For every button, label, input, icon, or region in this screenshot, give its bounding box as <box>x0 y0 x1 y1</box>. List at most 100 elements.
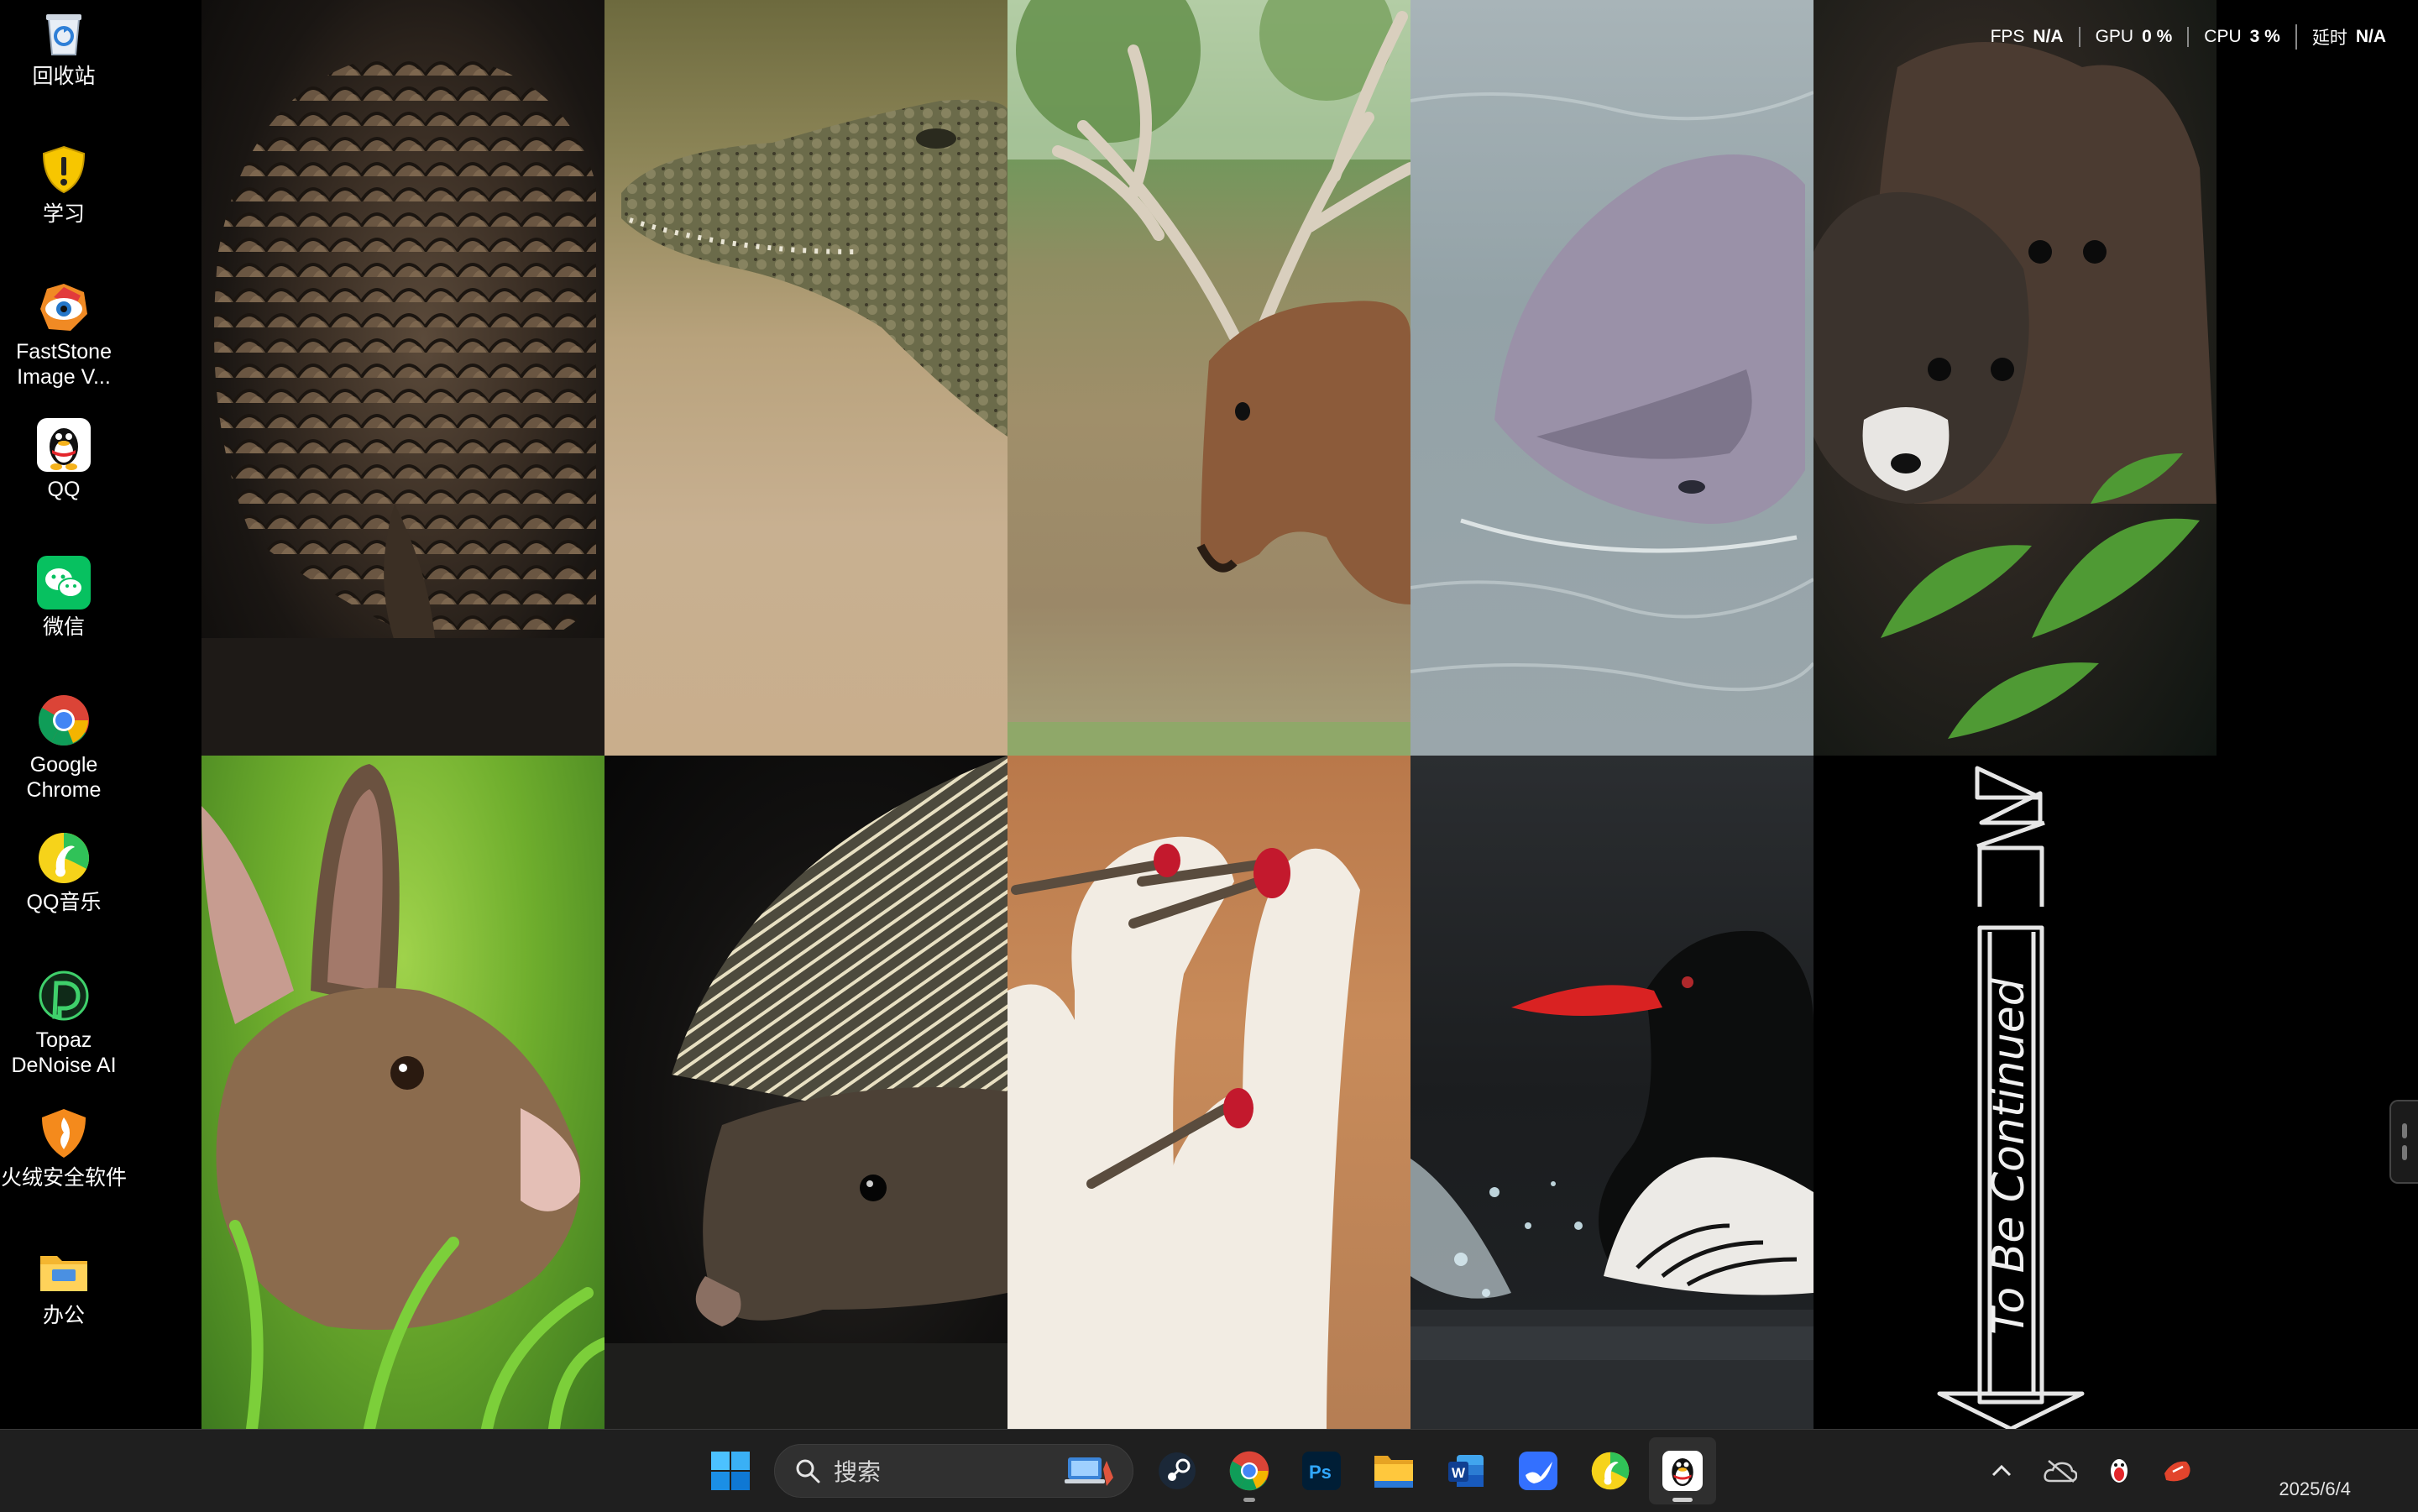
stat-key: GPU <box>2095 27 2134 46</box>
faststone-eye-icon <box>37 280 91 334</box>
file-explorer-icon <box>1374 1456 1413 1488</box>
deer-image <box>1008 0 1410 756</box>
stat-value: N/A <box>2355 27 2386 46</box>
stat-key: CPU <box>2204 27 2242 46</box>
desktop-icon-recycle-bin[interactable]: 回收站 <box>0 5 128 89</box>
desktop-icon-study[interactable]: 学习 <box>0 143 128 227</box>
handle-grip <box>2402 1145 2407 1160</box>
desktop-icon-label: FastStone Image V... <box>16 340 112 389</box>
chevron-up-icon <box>1992 1464 2012 1477</box>
taskbar-feishu[interactable] <box>1505 1437 1572 1504</box>
feishu-icon <box>1519 1452 1557 1490</box>
performance-overlay: FPS N/A GPU 0 % CPU 3 % 延时 N/A <box>1976 24 2401 50</box>
qq-music-icon <box>1591 1452 1630 1490</box>
tray-onedrive[interactable] <box>2035 1446 2086 1496</box>
desktop-icon-office-folder[interactable]: 办公 <box>0 1244 128 1328</box>
huorong-shield-icon <box>37 1107 91 1160</box>
desktop-icon-wechat[interactable]: 微信 <box>0 556 128 640</box>
civet-image <box>1814 42 2216 739</box>
to-be-continued-arrow: To Be Continued <box>1937 766 2085 1429</box>
stat-value: N/A <box>2033 27 2064 46</box>
desktop-icon-label: 微信 <box>42 615 85 639</box>
wallpaper-tile-to-be-continued: To Be Continued <box>1814 756 2216 1429</box>
caiman-image <box>621 99 1008 437</box>
photoshop-icon: Ps <box>1302 1452 1341 1490</box>
stat-key: 延时 <box>2311 29 2347 48</box>
desktop-icon-qq-music[interactable]: QQ音乐 <box>0 831 128 915</box>
qq-icon <box>1662 1451 1703 1491</box>
stat-latency: 延时 N/A <box>2295 24 2401 50</box>
taskbar-word[interactable]: W <box>1432 1437 1499 1504</box>
wallpaper: To Be Continued <box>202 0 2216 1429</box>
tray-app[interactable] <box>2153 1446 2203 1496</box>
search-placeholder: 搜索 <box>834 1459 882 1485</box>
tray-qq[interactable] <box>2094 1446 2144 1496</box>
taskbar-center: 搜索 Ps W <box>697 1430 1716 1512</box>
wallpaper-tile-cranes <box>1008 756 1410 1429</box>
desktop-icon-huorong[interactable]: 火绒安全软件 <box>0 1107 128 1190</box>
taskbar-search-box[interactable]: 搜索 <box>774 1444 1133 1498</box>
stat-cpu: CPU 3 % <box>2187 27 2295 47</box>
start-button[interactable] <box>697 1437 764 1504</box>
desktop-icon-faststone[interactable]: FastStone Image V... <box>0 280 128 390</box>
qq-tray-icon <box>2111 1459 2128 1483</box>
chrome-icon <box>37 693 91 747</box>
taskbar-steam[interactable] <box>1144 1437 1211 1504</box>
stat-value: 0 % <box>2142 27 2173 46</box>
desktop-icon-label: QQ <box>47 478 81 501</box>
cloud-offline-icon <box>2044 1460 2078 1483</box>
desktop-icon-chrome[interactable]: Google Chrome <box>0 693 128 803</box>
wechat-icon <box>37 556 91 610</box>
desktop-icon-label: Google Chrome <box>26 753 102 802</box>
desktop-icon-label: 办公 <box>42 1304 85 1327</box>
topaz-icon <box>37 969 91 1023</box>
stat-gpu: GPU 0 % <box>2078 27 2188 47</box>
svg-text:W: W <box>1452 1465 1466 1481</box>
folder-icon <box>37 1244 91 1298</box>
wallpaper-tile-hedgehog <box>604 756 1008 1429</box>
hare-image <box>202 764 604 1429</box>
steam-icon <box>1159 1452 1196 1489</box>
stat-key: FPS <box>1990 27 2025 46</box>
start-icon <box>711 1452 750 1490</box>
desktop-icon-label: 回收站 <box>32 65 96 88</box>
search-highlight-icon <box>1049 1448 1129 1494</box>
hedgehog-image <box>604 756 1008 1429</box>
stat-value: 3 % <box>2249 27 2280 46</box>
taskbar-file-explorer[interactable] <box>1360 1437 1427 1504</box>
cranes-image <box>1008 836 1360 1429</box>
handle-grip <box>2402 1123 2407 1138</box>
wallpaper-tile-pangolin <box>202 0 604 756</box>
wallpaper-tile-deer <box>1008 0 1410 756</box>
warning-shield-icon <box>37 143 91 196</box>
wallpaper-tile-dolphin <box>1410 0 1814 756</box>
desktop-icon-label: 火绒安全软件 <box>1 1166 128 1190</box>
app-tray-icon <box>2164 1461 2190 1482</box>
pangolin-image <box>202 50 604 756</box>
edge-panel-handle[interactable] <box>2389 1100 2418 1184</box>
taskbar-qq[interactable] <box>1649 1437 1716 1504</box>
qq-music-icon <box>37 831 91 885</box>
tray-overflow-button[interactable] <box>1976 1446 2027 1496</box>
taskbar-chrome[interactable] <box>1216 1437 1283 1504</box>
taskbar-photoshop[interactable]: Ps <box>1288 1437 1355 1504</box>
wallpaper-tile-caiman <box>604 0 1008 756</box>
wallpaper-tile-civet <box>1814 0 2216 756</box>
word-icon: W <box>1448 1455 1484 1487</box>
desktop-icon-topaz[interactable]: Topaz DeNoise AI <box>0 969 128 1078</box>
desktop-icon-qq[interactable]: QQ <box>0 418 128 502</box>
desktop-icon-label: QQ音乐 <box>26 891 102 914</box>
wallpaper-tile-hare <box>202 756 604 1429</box>
chrome-icon <box>1229 1451 1269 1491</box>
wallpaper-tile-merganser <box>1410 756 1814 1429</box>
desktop-icon-label: 学习 <box>42 202 85 226</box>
svg-text:Ps: Ps <box>1309 1462 1332 1483</box>
stat-fps: FPS N/A <box>1976 27 2079 47</box>
recycle-bin-icon <box>37 5 91 59</box>
taskbar: 搜索 Ps W 2025/6/4 <box>0 1429 2418 1512</box>
search-icon <box>796 1459 820 1483</box>
merganser-image <box>1410 930 1814 1429</box>
dolphin-image <box>1410 91 1814 692</box>
taskbar-qq-music[interactable] <box>1577 1437 1644 1504</box>
taskbar-clock[interactable]: 2025/6/4 <box>2279 1477 2351 1502</box>
